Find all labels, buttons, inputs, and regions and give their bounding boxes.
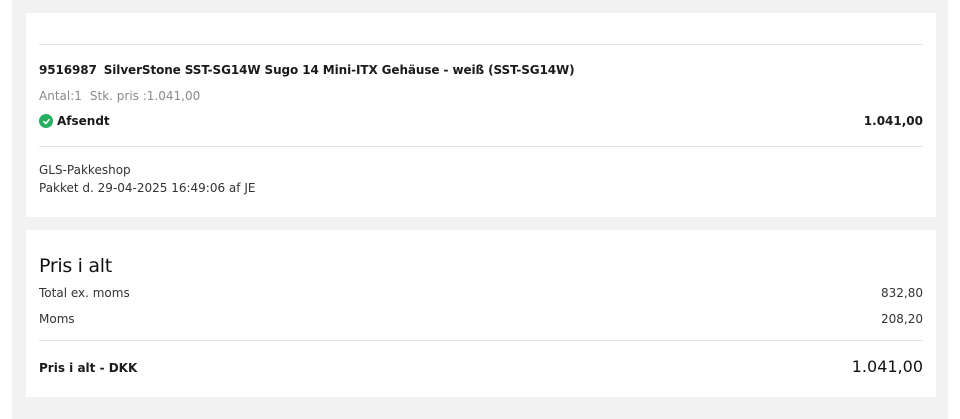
product-name: SilverStone SST-SG14W Sugo 14 Mini-ITX G… <box>103 63 575 77</box>
total-ex-vat-value: 832,80 <box>881 286 923 300</box>
grand-total-label: Pris i alt - DKK <box>39 361 138 375</box>
divider <box>39 44 923 45</box>
shipping-status: Afsendt <box>39 114 110 128</box>
product-meta: Antal:1 Stk. pris :1.041,00 <box>39 89 200 103</box>
unit-price-text: Stk. pris :1.041,00 <box>89 89 201 103</box>
divider <box>39 146 923 147</box>
shipping-info: Pakket d. 29-04-2025 16:49:06 af JE <box>39 181 256 195</box>
total-ex-vat-label: Total ex. moms <box>39 286 130 300</box>
price-total-card: Pris i alt Total ex. moms 832,80 Moms 20… <box>26 230 936 397</box>
order-item-card: 9516987 SilverStone SST-SG14W Sugo 14 Min… <box>26 13 936 217</box>
grand-total-value: 1.041,00 <box>851 357 923 376</box>
product-title: 9516987 SilverStone SST-SG14W Sugo 14 Min… <box>39 63 575 77</box>
vat-value: 208,20 <box>881 312 923 326</box>
line-price: 1.041,00 <box>863 114 923 128</box>
product-sku: 9516987 <box>39 63 97 77</box>
check-circle-icon <box>39 114 53 128</box>
vat-label: Moms <box>39 312 75 326</box>
status-label: Afsendt <box>57 114 110 128</box>
total-heading: Pris i alt <box>39 255 112 277</box>
divider <box>39 340 923 341</box>
quantity-text: Antal:1 <box>39 89 82 103</box>
shipping-method: GLS-Pakkeshop <box>39 163 131 177</box>
